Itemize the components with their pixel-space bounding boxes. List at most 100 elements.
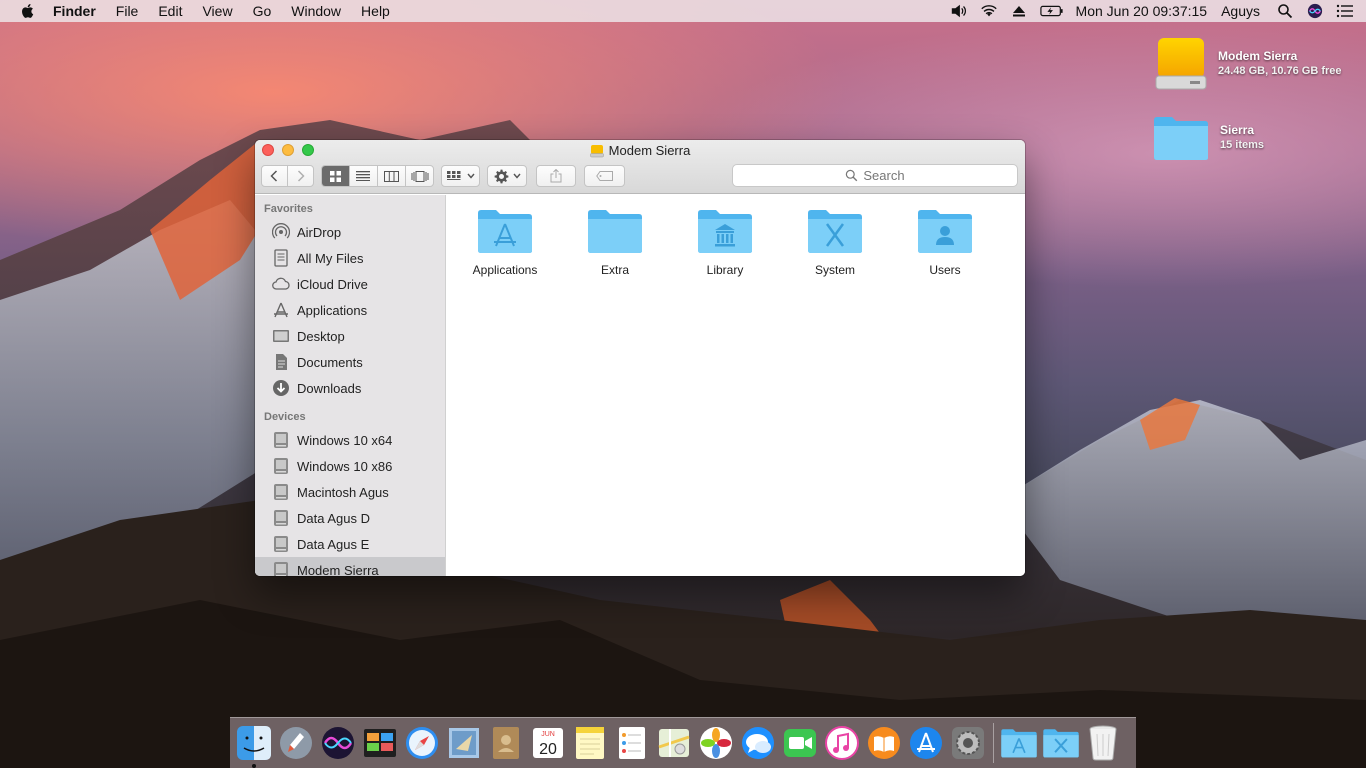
folder-item-applications[interactable]: Applications	[455, 207, 555, 277]
desktop-icon-detail: 24.48 GB, 10.76 GB free	[1218, 65, 1342, 77]
dock-applications-stack[interactable]	[1000, 724, 1038, 762]
column-view-button[interactable]	[378, 166, 406, 186]
list-view-icon	[356, 171, 370, 181]
sidebar-item-macintosh-agus[interactable]: Macintosh Agus	[255, 479, 445, 505]
menu-help[interactable]: Help	[361, 3, 390, 19]
navigation-buttons	[261, 165, 314, 187]
sidebar-item-label: Data Agus E	[297, 536, 370, 552]
desktop-icon-detail: 15 items	[1220, 139, 1265, 151]
folder-item-extra[interactable]: Extra	[565, 207, 665, 277]
dock-notes[interactable]	[571, 724, 609, 762]
dock-siri[interactable]	[319, 724, 357, 762]
folder-item-users[interactable]: Users	[895, 207, 995, 277]
dock-reminders[interactable]	[613, 724, 651, 762]
icon-view-button[interactable]	[322, 166, 350, 186]
apple-menu-icon[interactable]	[19, 2, 37, 20]
folder-item-library[interactable]: Library	[675, 207, 775, 277]
sidebar-item-icloud-drive[interactable]: iCloud Drive	[255, 271, 445, 297]
notification-center-icon[interactable]	[1336, 3, 1354, 19]
finder-window: Modem Sierra Search Favorites AirDrop Al…	[255, 140, 1025, 576]
sidebar-item-all-my-files[interactable]: All My Files	[255, 245, 445, 271]
siri-icon[interactable]	[1306, 3, 1324, 19]
dock-maps[interactable]	[655, 724, 693, 762]
dock-facetime[interactable]	[781, 724, 819, 762]
menu-file[interactable]: File	[116, 3, 139, 19]
sidebar-item-applications[interactable]: Applications	[255, 297, 445, 323]
app-store-icon	[910, 727, 942, 759]
search-field[interactable]: Search	[732, 164, 1018, 187]
app-menu-finder[interactable]: Finder	[53, 3, 96, 19]
desktop-icon-modem-sierra[interactable]: Modem Sierra 24.48 GB, 10.76 GB free	[1154, 36, 1342, 92]
sidebar-item-desktop[interactable]: Desktop	[255, 323, 445, 349]
dock-trash[interactable]	[1084, 724, 1122, 762]
desktop-icon-sierra[interactable]: Sierra 15 items	[1152, 114, 1264, 162]
sidebar-item-windows-10-x86[interactable]: Windows 10 x86	[255, 453, 445, 479]
dock-mail[interactable]	[445, 724, 483, 762]
menubar-clock[interactable]: Mon Jun 20 09:37:15	[1076, 3, 1208, 19]
sidebar-item-label: AirDrop	[297, 224, 342, 240]
menu-view[interactable]: View	[202, 3, 232, 19]
search-placeholder: Search	[863, 168, 905, 183]
volume-icon[interactable]	[950, 3, 968, 19]
eject-icon[interactable]	[1010, 3, 1028, 19]
cover-flow-button[interactable]	[406, 166, 434, 186]
calendar-month: JUN	[541, 731, 555, 738]
sidebar-item-modem-sierra[interactable]: Modem Sierra	[255, 557, 445, 576]
dock-calendar[interactable]: JUN 20	[529, 724, 567, 762]
dock-app-store[interactable]	[907, 724, 945, 762]
dock-messages[interactable]	[739, 724, 777, 762]
sidebar-item-data-agus-e[interactable]: Data Agus E	[255, 531, 445, 557]
dock-system-preferences[interactable]	[949, 724, 987, 762]
wifi-icon[interactable]	[980, 3, 998, 19]
contacts-icon	[493, 727, 519, 759]
menu-window[interactable]: Window	[291, 3, 341, 19]
messages-icon	[742, 727, 774, 759]
action-button[interactable]	[487, 165, 527, 187]
menubar-user[interactable]: Aguys	[1221, 3, 1260, 19]
dock-contacts[interactable]	[487, 724, 525, 762]
chevron-left-icon	[270, 170, 278, 182]
system-preferences-icon	[952, 727, 984, 759]
sidebar-item-label: Windows 10 x86	[297, 458, 393, 474]
dock-finder[interactable]	[235, 724, 273, 768]
calendar-icon: JUN 20	[533, 728, 563, 758]
disk-icon	[274, 432, 288, 448]
mail-icon	[449, 728, 479, 758]
all-files-icon	[274, 249, 288, 267]
dock-launchpad[interactable]	[277, 724, 315, 762]
dock-photos[interactable]	[697, 724, 735, 762]
sidebar-item-downloads[interactable]: Downloads	[255, 375, 445, 401]
list-view-button[interactable]	[350, 166, 378, 186]
battery-icon[interactable]	[1039, 3, 1064, 19]
desktop-icon-label: Sierra	[1220, 123, 1255, 137]
hard-drive-icon	[589, 144, 604, 157]
forward-button[interactable]	[288, 166, 314, 186]
sidebar-item-airdrop[interactable]: AirDrop	[255, 219, 445, 245]
disk-icon	[274, 536, 288, 552]
dock-utilities-stack[interactable]	[1042, 724, 1080, 762]
dock-safari[interactable]	[403, 724, 441, 762]
sidebar: Favorites AirDrop All My Files iCloud Dr…	[255, 195, 446, 576]
sidebar-item-documents[interactable]: Documents	[255, 349, 445, 375]
documents-icon	[276, 354, 287, 370]
window-title: Modem Sierra	[255, 143, 1025, 158]
dock-itunes[interactable]	[823, 724, 861, 762]
edit-tags-button[interactable]	[584, 165, 625, 187]
running-indicator	[252, 764, 256, 768]
disk-icon	[274, 562, 288, 576]
menu-edit[interactable]: Edit	[158, 3, 182, 19]
folder-label: Library	[706, 263, 744, 277]
back-button[interactable]	[262, 166, 288, 186]
sidebar-item-windows-10-x64[interactable]: Windows 10 x64	[255, 427, 445, 453]
file-browser-content: Applications Extra Library System Users	[446, 195, 1025, 576]
share-button[interactable]	[536, 165, 576, 187]
menu-go[interactable]: Go	[253, 3, 272, 19]
arrange-button[interactable]	[441, 165, 480, 187]
photos-icon	[700, 727, 732, 759]
sidebar-item-data-agus-d[interactable]: Data Agus D	[255, 505, 445, 531]
dock-photo-booth[interactable]	[361, 724, 399, 762]
dock-ibooks[interactable]	[865, 724, 903, 762]
folder-item-system[interactable]: System	[785, 207, 885, 277]
sidebar-section-devices: Devices	[264, 411, 306, 423]
spotlight-search-icon[interactable]	[1276, 3, 1294, 19]
